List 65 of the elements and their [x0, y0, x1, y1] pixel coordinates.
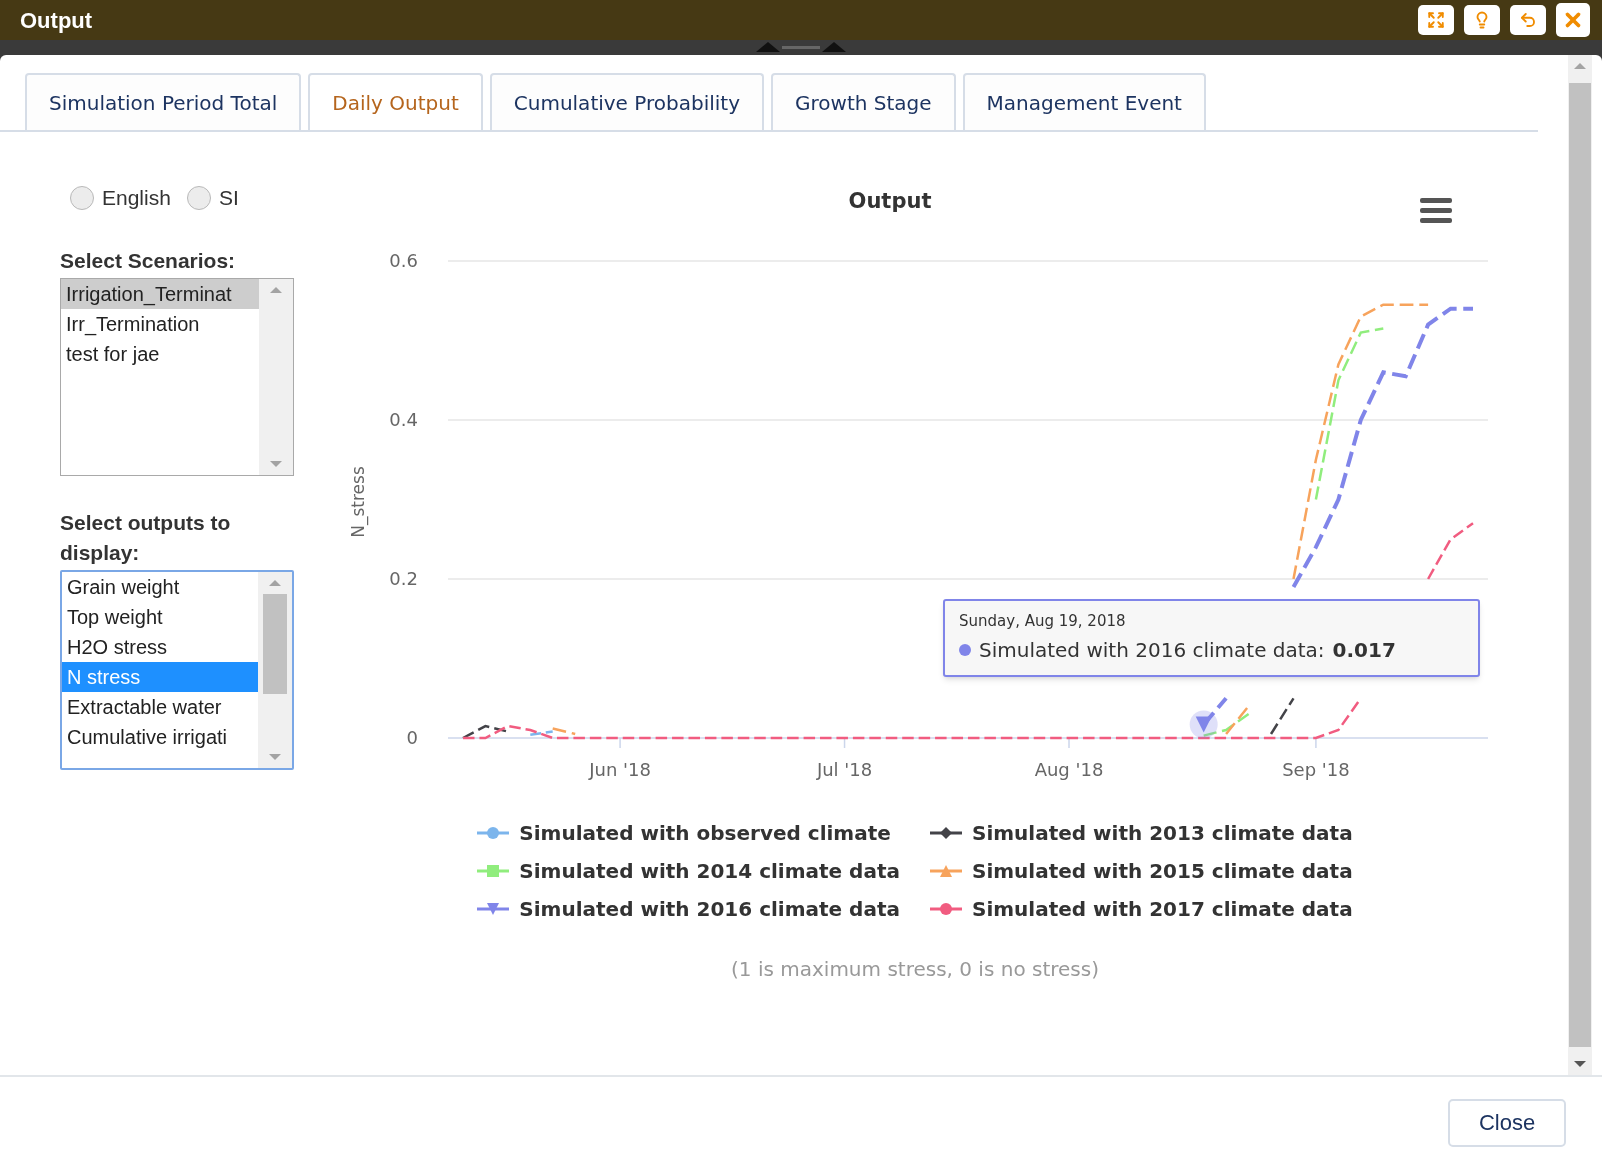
- list-item[interactable]: test for jae: [61, 338, 259, 369]
- tab[interactable]: Daily Output: [308, 73, 483, 130]
- scroll-up-icon[interactable]: [270, 286, 282, 293]
- tick-label: 0: [406, 727, 418, 748]
- radio-button[interactable]: [186, 185, 211, 210]
- legend-item[interactable]: Simulated with 2016 climate data: [477, 894, 900, 924]
- list-item[interactable]: H2O stress: [62, 631, 258, 662]
- field-label: Select outputs to display:: [60, 509, 232, 566]
- scrollbar[interactable]: [259, 278, 293, 475]
- tab[interactable]: Cumulative Probability: [489, 73, 764, 130]
- tick-label: Aug '18: [1034, 759, 1104, 780]
- list-item[interactable]: Cumulative irrigati: [62, 721, 258, 752]
- tick-label: Jun '18: [589, 759, 651, 780]
- list-box[interactable]: Grain weight Top weight H2O stress N stress Extractable water Cumulative irrigati: [60, 569, 294, 770]
- list-item[interactable]: Extractable water: [62, 691, 258, 722]
- legend-marker-icon: [477, 901, 510, 917]
- resize-handle-icon[interactable]: [756, 40, 846, 52]
- tab[interactable]: Simulation Period Total: [25, 73, 302, 130]
- scroll-down-icon[interactable]: [1574, 1061, 1586, 1067]
- legend-marker-icon: [930, 901, 962, 917]
- scroll-up-icon[interactable]: [269, 579, 281, 586]
- scrollbar-thumb[interactable]: [263, 593, 287, 694]
- radio-label: SI: [218, 185, 239, 211]
- radio-label: English: [102, 185, 171, 211]
- axis-title: N_stress: [348, 466, 368, 538]
- maximize-button[interactable]: [1418, 5, 1454, 35]
- list-item[interactable]: Top weight: [62, 601, 258, 632]
- undo-button[interactable]: [1510, 5, 1546, 35]
- legend-item[interactable]: Simulated with 2015 climate data: [930, 856, 1353, 886]
- tick-label: 0.4: [389, 409, 418, 430]
- tooltip-series-label: Simulated with 2016 climate data:: [979, 637, 1325, 664]
- hover-marker: [1189, 710, 1218, 739]
- legend-item[interactable]: Simulated with observed climate: [477, 818, 900, 848]
- close-button[interactable]: Close: [1448, 1098, 1566, 1147]
- tooltip-date: Sunday, Aug 19, 2018: [959, 611, 1127, 631]
- tab[interactable]: Management Event: [962, 73, 1206, 130]
- undo-icon: [1519, 11, 1537, 29]
- tick-label: 0.2: [389, 568, 418, 589]
- radio-button[interactable]: [70, 185, 94, 210]
- scroll-up-icon[interactable]: [1574, 63, 1586, 69]
- list-item[interactable]: Grain weight: [62, 571, 258, 602]
- list-box[interactable]: Irrigation_Terminat Irr_Termination test for jae: [60, 277, 294, 476]
- chart-title: Output: [848, 189, 932, 213]
- legend-item[interactable]: Simulated with 2013 climate data: [930, 818, 1353, 848]
- tick-label: 0.6: [389, 250, 418, 271]
- tips-button[interactable]: [1464, 5, 1500, 35]
- legend-marker-icon: [930, 825, 962, 841]
- legend-item[interactable]: Simulated with 2014 climate data: [477, 856, 900, 886]
- field-label: Select Scenarios:: [60, 247, 237, 274]
- chart-caption: (1 is maximum stress, 0 is no stress): [731, 956, 1099, 983]
- tooltip-value: 0.017: [1332, 637, 1396, 664]
- expand-icon: [1427, 11, 1445, 29]
- list-item[interactable]: Irrigation_Terminat: [61, 278, 259, 309]
- window-title: Output: [20, 6, 93, 35]
- legend-marker-icon: [930, 863, 962, 879]
- tab[interactable]: Growth Stage: [771, 73, 956, 130]
- legend-marker-icon: [477, 825, 510, 841]
- legend-item[interactable]: Simulated with 2017 climate data: [930, 894, 1353, 924]
- list-item[interactable]: Irr_Termination: [61, 308, 259, 339]
- tick-label: Jul '18: [816, 759, 873, 780]
- legend-marker-icon: [477, 863, 510, 879]
- tick-label: Sep '18: [1282, 759, 1350, 780]
- scrollbar[interactable]: [258, 571, 292, 768]
- menu-icon[interactable]: [1420, 198, 1452, 223]
- close-window-button[interactable]: [1556, 3, 1590, 37]
